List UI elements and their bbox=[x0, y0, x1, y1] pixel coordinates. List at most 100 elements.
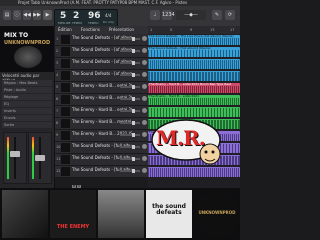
album-cover[interactable]: THE ENEMY bbox=[50, 190, 96, 238]
project-artwork: MIX TO UNKNOWNPROD bbox=[0, 26, 54, 72]
track-icon bbox=[61, 83, 70, 92]
track-row[interactable]: 1The Sound Defeats - [of album] (Stems)M… bbox=[55, 34, 148, 56]
pan-knob[interactable] bbox=[142, 120, 147, 125]
track-volume-slider[interactable] bbox=[120, 85, 140, 89]
play-button[interactable]: ▶ bbox=[43, 10, 52, 20]
track-icon bbox=[61, 143, 70, 152]
album-cover[interactable]: UNKNOWNPROD bbox=[194, 190, 240, 238]
track-volume-slider[interactable] bbox=[120, 73, 140, 77]
waveform bbox=[148, 72, 240, 81]
pan-knob[interactable] bbox=[142, 60, 147, 65]
pan-knob[interactable] bbox=[142, 96, 147, 101]
rewind-button[interactable]: ◀◀ bbox=[23, 10, 31, 20]
count-in-button[interactable]: 1234 bbox=[162, 10, 175, 20]
audio-region[interactable]: The Sound Defeats - [full album] (Stems) bbox=[148, 47, 240, 57]
track-icon bbox=[61, 167, 70, 176]
track-number: 5 bbox=[56, 85, 59, 89]
inspector-row[interactable]: Réglage bbox=[2, 94, 52, 100]
pan-knob[interactable] bbox=[142, 132, 147, 137]
waveform bbox=[148, 50, 240, 57]
track-row[interactable]: 8The Enemy - Hard B... mental 2021 (Stem… bbox=[55, 118, 148, 140]
inspector-row[interactable]: Inserts bbox=[2, 108, 52, 114]
track-icon bbox=[61, 59, 70, 68]
track-row[interactable]: 6The Enemy - Hard B... ental 2021 (Stems… bbox=[55, 94, 148, 116]
inspector-row[interactable]: Sortie bbox=[2, 122, 52, 128]
track-number: 2 bbox=[56, 49, 59, 53]
album-cover[interactable] bbox=[98, 190, 144, 238]
track-volume-slider[interactable] bbox=[120, 109, 140, 113]
track-volume-slider[interactable] bbox=[120, 169, 140, 173]
pan-knob[interactable] bbox=[142, 84, 147, 89]
inspector-row[interactable]: Région : Mes Beats bbox=[2, 80, 52, 86]
artwork-title: MIX TO bbox=[4, 32, 29, 39]
track-icon bbox=[61, 131, 70, 140]
pan-knob[interactable] bbox=[142, 36, 147, 41]
pan-knob[interactable] bbox=[142, 144, 147, 149]
cover-title: UNKNOWNPROD bbox=[198, 210, 236, 215]
track-volume-slider[interactable] bbox=[120, 49, 140, 53]
library-button[interactable]: ▤ bbox=[3, 10, 11, 20]
loop-browser-button[interactable]: ⟳ bbox=[225, 10, 235, 20]
pan-knob[interactable] bbox=[142, 108, 147, 113]
pan-knob[interactable] bbox=[142, 168, 147, 173]
notepad-button[interactable]: ✎ bbox=[212, 10, 222, 20]
track-row[interactable]: 9The Enemy - Hard B... 2021 (Stems)MS bbox=[55, 130, 148, 152]
track-icon bbox=[61, 119, 70, 128]
master-fader[interactable] bbox=[35, 155, 45, 161]
track-volume-slider[interactable] bbox=[120, 97, 140, 101]
audio-region[interactable]: The Sound Defeats - The Live Prove (full… bbox=[148, 35, 240, 45]
waveform bbox=[148, 60, 240, 69]
track-icon bbox=[61, 155, 70, 164]
waveform bbox=[148, 86, 240, 93]
cover-title: THE ENEMY bbox=[56, 224, 90, 230]
album-cover[interactable]: the sound defeats bbox=[146, 190, 192, 238]
cover-title: the sound defeats bbox=[152, 203, 186, 216]
track-volume-slider[interactable] bbox=[120, 157, 140, 161]
channel-strip-track bbox=[3, 132, 27, 184]
album-cover[interactable] bbox=[2, 190, 48, 238]
track-volume-slider[interactable] bbox=[120, 133, 140, 137]
audio-region[interactable]: The Enemy - Hard B... ental 2021 Boom Ba… bbox=[148, 83, 240, 93]
metronome-button[interactable]: ♩ bbox=[150, 10, 160, 20]
pan-knob[interactable] bbox=[142, 48, 147, 53]
bar-value: 5 bbox=[60, 11, 67, 21]
view-menu[interactable]: Présentation bbox=[109, 27, 134, 32]
functions-menu[interactable]: Fonctions bbox=[81, 27, 100, 32]
track-row[interactable]: 4The Sound Defeats - [of album] (Stems)M… bbox=[55, 70, 148, 92]
master-volume-slider[interactable]: —◆— bbox=[176, 10, 206, 20]
track-volume-slider[interactable] bbox=[120, 121, 140, 125]
track-row[interactable]: 12The Sound Defeats - [full album] (Stem… bbox=[55, 166, 148, 188]
track-row[interactable]: 2The Sound Defeats - [of album] 2 (Stems… bbox=[55, 46, 148, 68]
track-number: 8 bbox=[56, 121, 59, 125]
track-row[interactable]: 3The Sound Defeats - [of album] 3 (Stems… bbox=[55, 58, 148, 80]
audio-region[interactable] bbox=[148, 71, 240, 81]
track-volume-slider[interactable] bbox=[120, 145, 140, 149]
inspector-row[interactable]: EQ bbox=[2, 101, 52, 107]
lcd-display[interactable]: 5 2 96 MESURE TEMPS TEMPO 4/4 Do maj bbox=[54, 9, 118, 27]
track-row[interactable]: 11The Sound Defeats - [full album] (Stem… bbox=[55, 154, 148, 176]
ruler-mark: 5 bbox=[170, 28, 173, 32]
forward-button[interactable]: ▶▶ bbox=[33, 10, 41, 20]
track-row[interactable]: 7The Enemy - Hard B... ental 2021 (Stems… bbox=[55, 106, 148, 128]
track-number: 1 bbox=[56, 37, 59, 41]
edit-menu[interactable]: Édition bbox=[58, 27, 72, 32]
track-row[interactable]: 5The Enemy - Hard B... ental 2021 (Stems… bbox=[55, 82, 148, 104]
pan-knob[interactable] bbox=[142, 156, 147, 161]
volume-fader[interactable] bbox=[10, 151, 20, 157]
track-row[interactable]: 10The Sound Defeats - [full album] (Stem… bbox=[55, 142, 148, 164]
inspector-row[interactable]: Envois bbox=[2, 115, 52, 121]
track-number: 10 bbox=[56, 145, 61, 149]
track-number: 4 bbox=[56, 73, 59, 77]
track-number: 12 bbox=[56, 169, 61, 173]
track-volume-slider[interactable] bbox=[120, 37, 140, 41]
pan-knob[interactable] bbox=[142, 72, 147, 77]
audio-region[interactable]: The Enemy - Hard B... ental 2021 bbox=[148, 95, 240, 105]
inspector-row[interactable]: Piste : Audio bbox=[2, 87, 52, 93]
timeline-ruler[interactable]: 1 5 9 13 17 bbox=[148, 26, 240, 34]
artwork-image bbox=[14, 46, 42, 68]
inspector-button[interactable]: ⓘ bbox=[13, 10, 21, 20]
audio-region[interactable] bbox=[148, 59, 240, 69]
track-volume-slider[interactable] bbox=[120, 61, 140, 65]
tracks-menu-bar: Édition Fonctions Présentation bbox=[55, 26, 148, 34]
channel-strip-master bbox=[28, 132, 52, 184]
